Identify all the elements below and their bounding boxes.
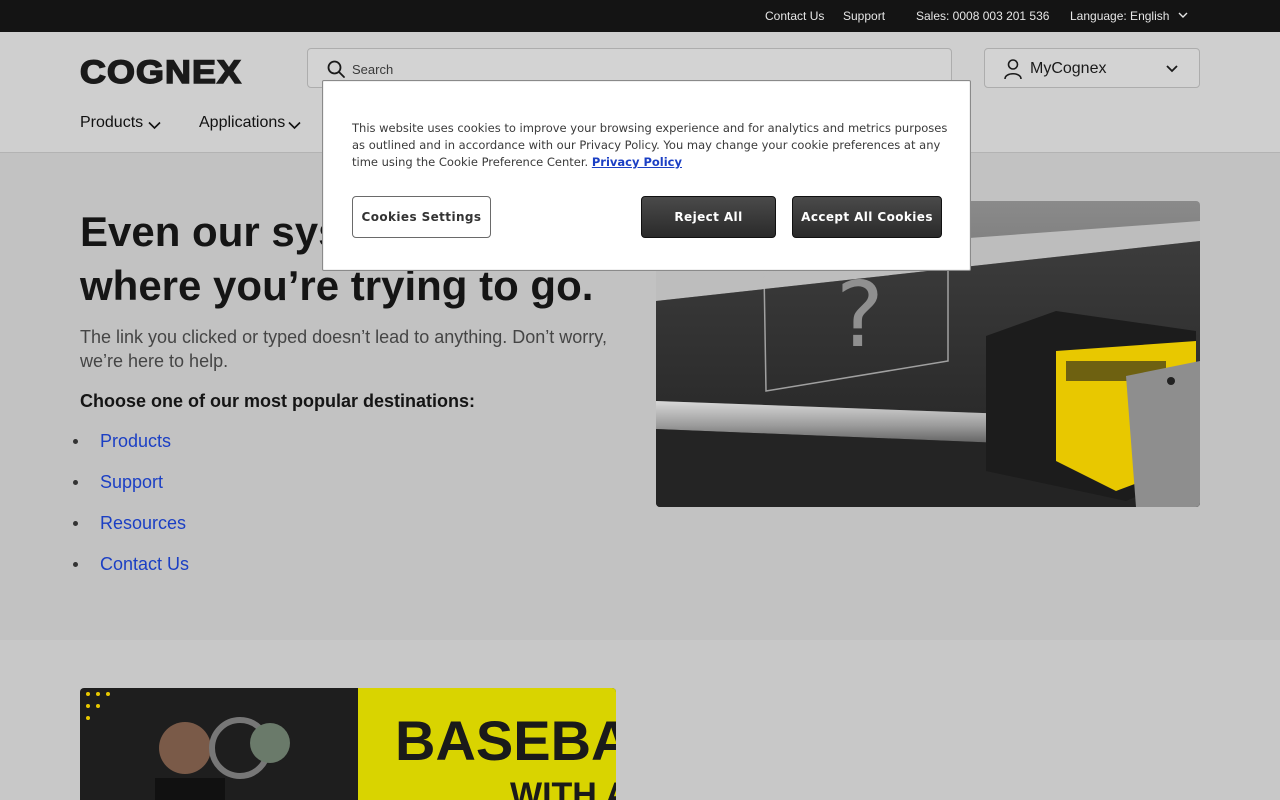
cognex-logo[interactable]: COGNEX [79, 53, 242, 91]
accept-all-cookies-button[interactable]: Accept All Cookies [792, 196, 942, 238]
contact-us-link[interactable]: Contact Us [100, 554, 189, 574]
nav-products[interactable]: Products [80, 114, 143, 132]
mycognex-account-button[interactable]: MyCognex [984, 48, 1200, 88]
chevron-down-icon [1166, 65, 1178, 73]
language-selector[interactable]: Language: English [1070, 9, 1169, 23]
list-item: Resources [72, 509, 189, 550]
promo-title: BASEBALL [395, 709, 616, 772]
support-link[interactable]: Support [100, 472, 163, 492]
promo-subtitle: WITH AI [510, 776, 616, 800]
chevron-down-icon[interactable] [148, 121, 161, 130]
cookie-text: This website uses cookies to improve you… [352, 120, 948, 171]
products-link[interactable]: Products [100, 431, 171, 451]
list-item: Support [72, 468, 189, 509]
list-item: Contact Us [72, 550, 189, 591]
baseball-ai-promo-image[interactable]: BASEBALL WITH AI [80, 688, 616, 800]
destinations-list: Products Support Resources Contact Us [72, 427, 189, 591]
lead-text: The link you clicked or typed doesn’t le… [80, 327, 607, 371]
utility-bar: Contact Us Support Sales: 0008 003 201 5… [0, 0, 1280, 32]
svg-text:?: ? [836, 263, 884, 368]
chevron-down-icon[interactable] [288, 121, 301, 130]
nav-applications[interactable]: Applications [199, 114, 285, 132]
featured-section: BASEBALL WITH AI [0, 640, 1280, 800]
resources-link[interactable]: Resources [100, 513, 186, 533]
chevron-down-icon[interactable] [1178, 11, 1188, 19]
search-input[interactable]: Search [352, 62, 393, 77]
cookie-consent-dialog: This website uses cookies to improve you… [322, 80, 971, 271]
support-link[interactable]: Support [843, 9, 885, 23]
cookies-settings-button[interactable]: Cookies Settings [352, 196, 491, 238]
search-icon [327, 60, 345, 78]
user-icon [1004, 59, 1022, 80]
destinations-heading: Choose one of our most popular destinati… [80, 391, 476, 411]
reject-all-button[interactable]: Reject All [641, 196, 776, 238]
sales-phone[interactable]: Sales: 0008 003 201 536 [916, 9, 1049, 23]
account-label: MyCognex [1030, 60, 1107, 77]
privacy-policy-link[interactable]: Privacy Policy [592, 155, 682, 169]
contact-us-link[interactable]: Contact Us [765, 9, 824, 23]
list-item: Products [72, 427, 189, 468]
